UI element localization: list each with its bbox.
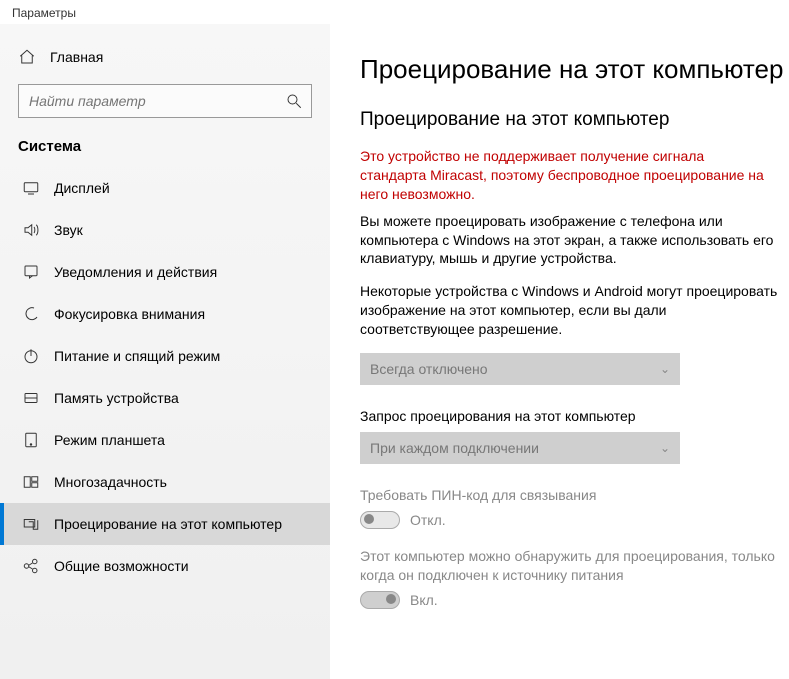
home-label: Главная (50, 49, 103, 65)
ask-dropdown[interactable]: При каждом подключении ⌄ (360, 432, 680, 464)
power-discover-label: Этот компьютер можно обнаружить для прое… (360, 547, 780, 585)
sidebar-item-label: Режим планшета (54, 432, 165, 448)
pin-label: Требовать ПИН-код для связывания (360, 486, 780, 505)
search-input[interactable] (18, 84, 312, 118)
sidebar-item-label: Фокусировка внимания (54, 306, 205, 322)
project-icon (22, 515, 40, 533)
sidebar-item-label: Память устройства (54, 390, 179, 406)
page-title: Проецирование на этот компьютер (360, 54, 789, 85)
display-icon (22, 179, 40, 197)
permission-dropdown[interactable]: Всегда отключено ⌄ (360, 353, 680, 385)
section-title: Проецирование на этот компьютер (360, 109, 789, 131)
home-button[interactable]: Главная (0, 40, 330, 74)
toggle-knob (386, 594, 396, 604)
power-discover-toggle[interactable] (360, 591, 400, 609)
description-1: Вы можете проецировать изображение с тел… (360, 212, 780, 269)
dropdown-value: Всегда отключено (370, 361, 488, 377)
sidebar-item-project[interactable]: Проецирование на этот компьютер (0, 503, 330, 545)
sidebar-item-tablet[interactable]: Режим планшета (0, 419, 330, 461)
sidebar-item-label: Звук (54, 222, 83, 238)
sidebar-item-storage[interactable]: Память устройства (0, 377, 330, 419)
sidebar-item-notifications[interactable]: Уведомления и действия (0, 251, 330, 293)
home-icon (18, 48, 36, 66)
sidebar-item-display[interactable]: Дисплей (0, 167, 330, 209)
chevron-down-icon: ⌄ (660, 441, 670, 455)
sidebar-item-multitask[interactable]: Многозадачность (0, 461, 330, 503)
toggle-knob (364, 514, 374, 524)
sidebar-item-label: Питание и спящий режим (54, 348, 220, 364)
content-area: Проецирование на этот компьютер Проециро… (330, 24, 789, 679)
window-title: Параметры (0, 0, 789, 24)
focus-icon (22, 305, 40, 323)
multitask-icon (22, 473, 40, 491)
sidebar-category: Система (0, 132, 330, 167)
sidebar-item-label: Дисплей (54, 180, 110, 196)
power-discover-toggle-state: Вкл. (410, 592, 438, 608)
ask-label: Запрос проецирования на этот компьютер (360, 407, 780, 426)
sidebar-item-shared[interactable]: Общие возможности (0, 545, 330, 587)
sidebar-item-label: Уведомления и действия (54, 264, 217, 280)
shared-icon (22, 557, 40, 575)
sidebar: Главная Система Дисплей (0, 24, 330, 679)
notifications-icon (22, 263, 40, 281)
sound-icon (22, 221, 40, 239)
tablet-icon (22, 431, 40, 449)
pin-toggle[interactable] (360, 511, 400, 529)
power-icon (22, 347, 40, 365)
description-2: Некоторые устройства с Windows и Android… (360, 282, 780, 339)
chevron-down-icon: ⌄ (660, 362, 670, 376)
storage-icon (22, 389, 40, 407)
sidebar-item-sound[interactable]: Звук (0, 209, 330, 251)
sidebar-item-label: Проецирование на этот компьютер (54, 516, 282, 532)
sidebar-item-label: Многозадачность (54, 474, 167, 490)
dropdown-value: При каждом подключении (370, 440, 539, 456)
search-icon (285, 92, 303, 110)
sidebar-item-power[interactable]: Питание и спящий режим (0, 335, 330, 377)
sidebar-item-label: Общие возможности (54, 558, 189, 574)
pin-toggle-state: Откл. (410, 512, 446, 528)
miracast-warning: Это устройство не поддерживает получение… (360, 147, 770, 204)
search-field[interactable] (29, 93, 285, 109)
sidebar-item-focus[interactable]: Фокусировка внимания (0, 293, 330, 335)
